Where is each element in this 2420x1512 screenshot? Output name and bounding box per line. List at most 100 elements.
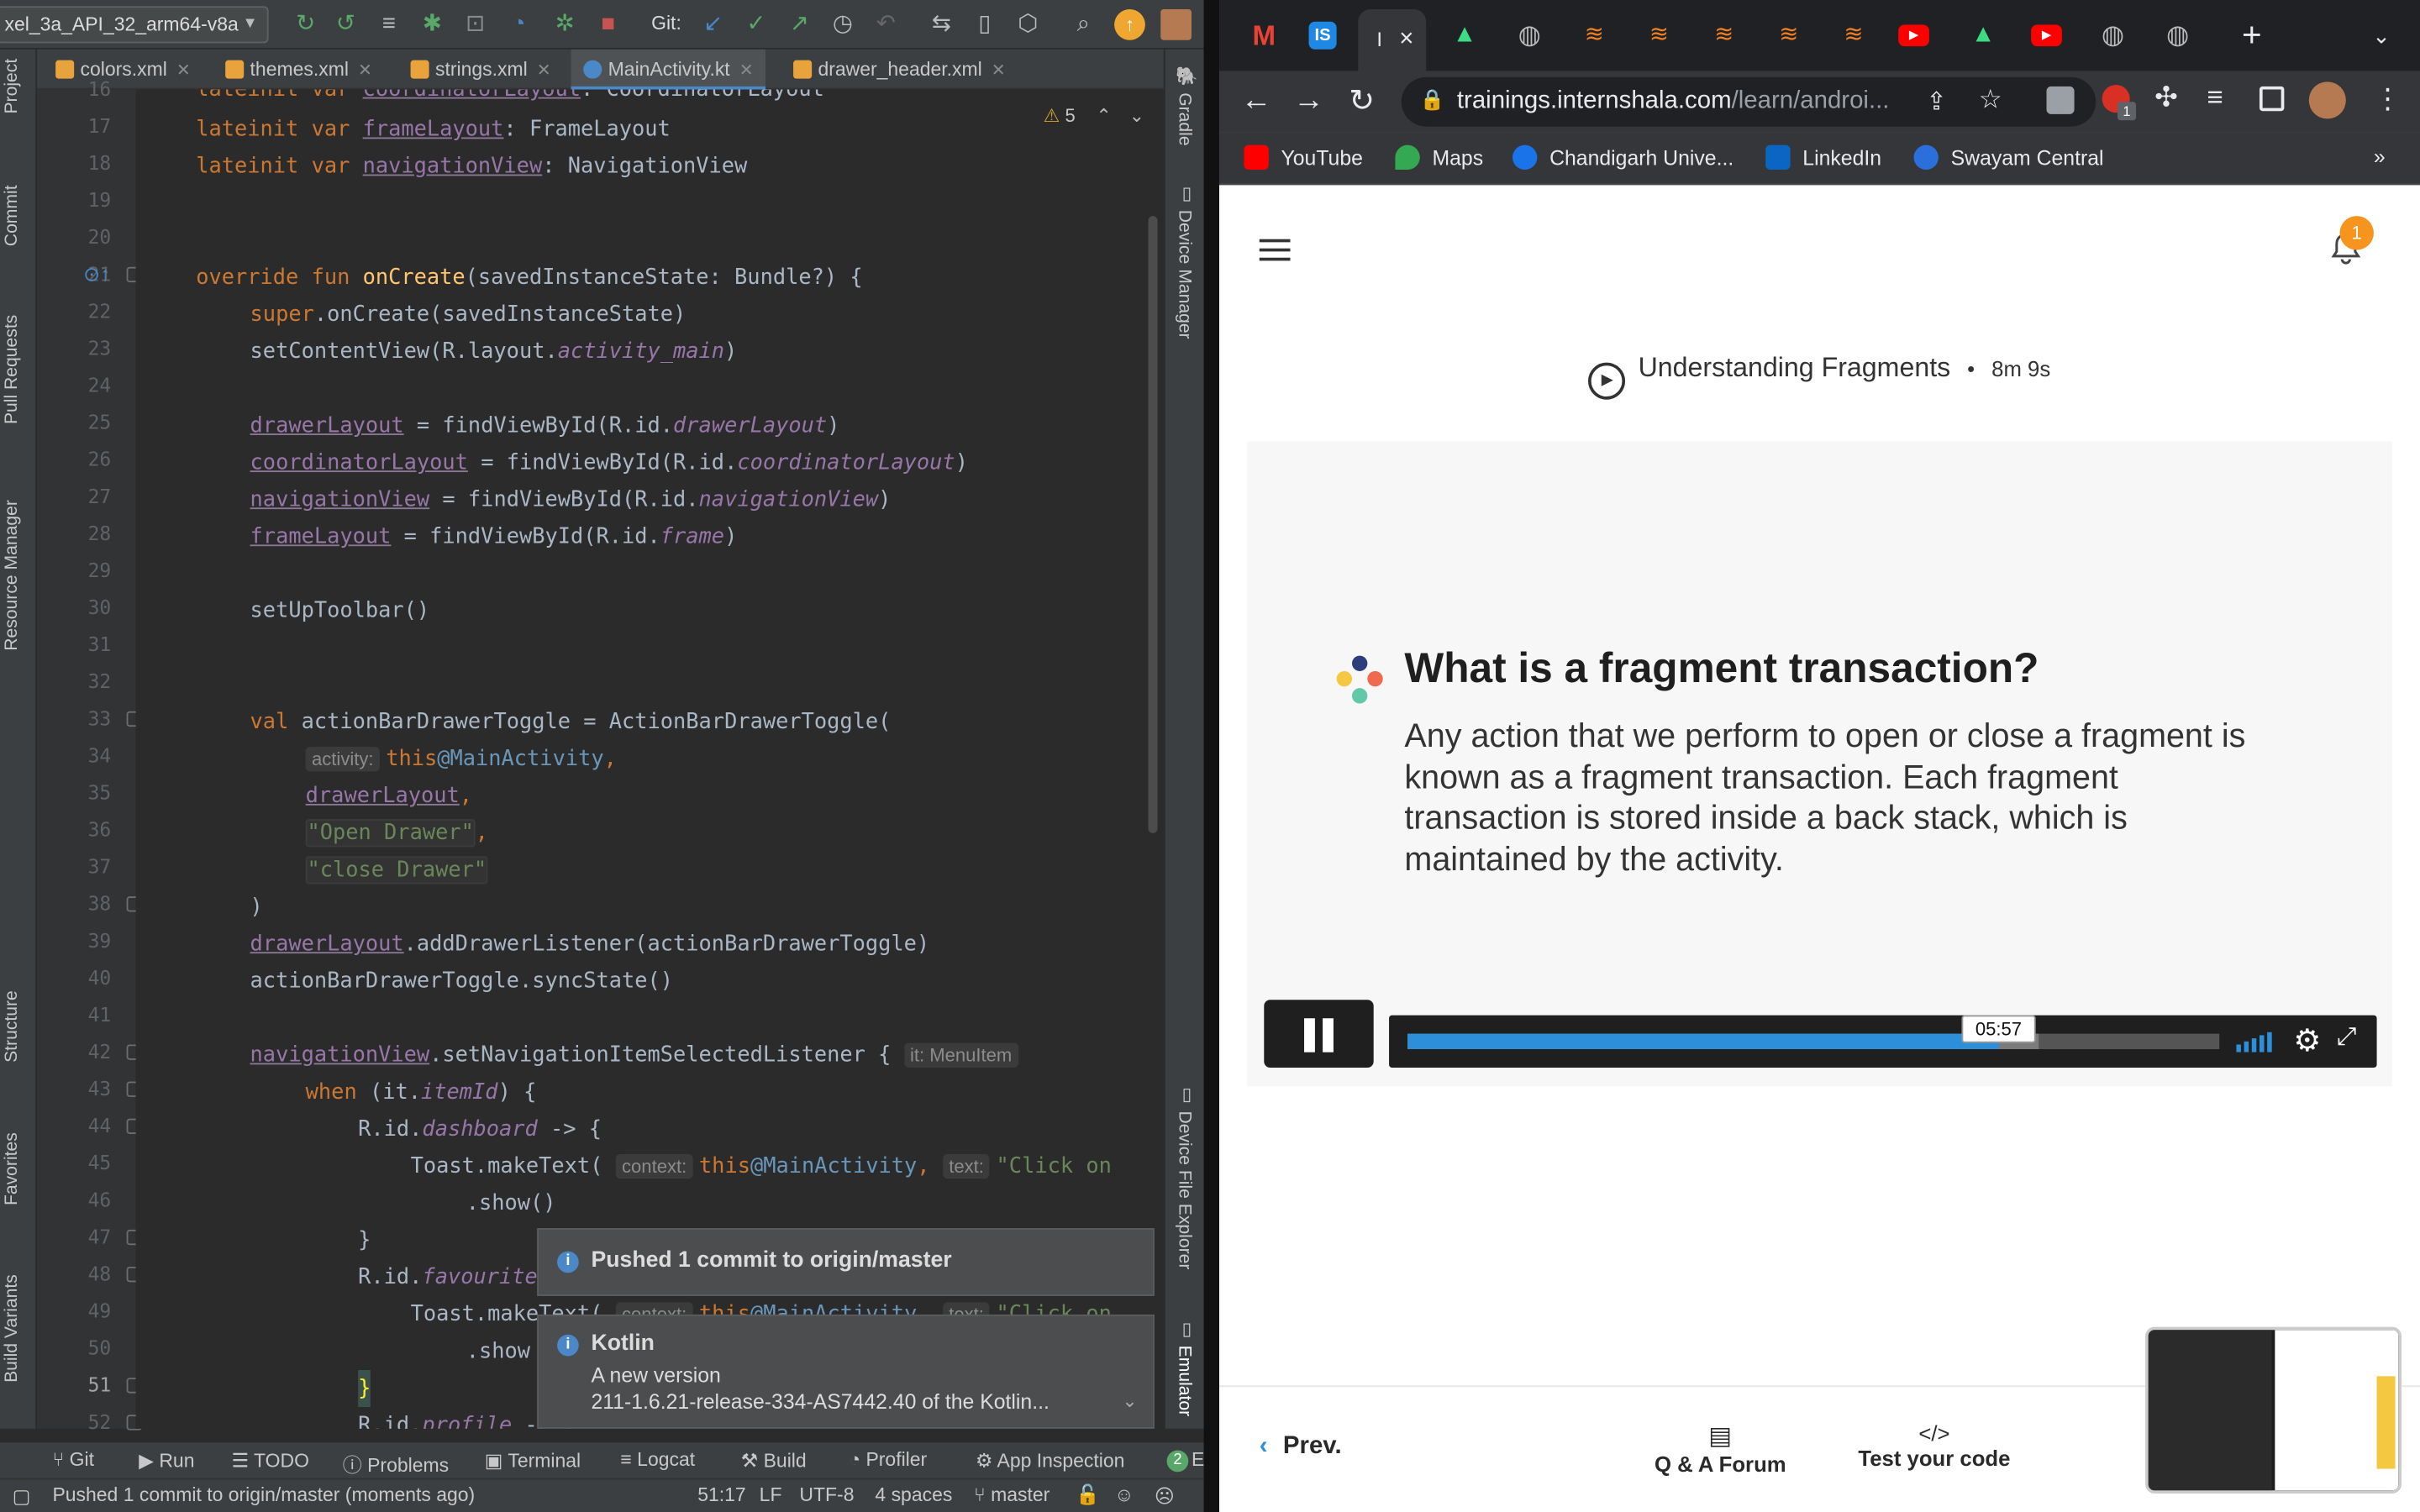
kotlin-update-notification[interactable]: i Kotlin A new version 211-1.6.21-releas… [537, 1314, 1155, 1429]
git-push-icon[interactable]: ↗ [784, 9, 815, 40]
tab-mainactivity-kt[interactable]: MainActivity.kt ✕ [571, 49, 766, 90]
url-text[interactable]: trainings.internshala.com/learn/androi..… [1457, 88, 1890, 116]
tool-structure[interactable]: Structure [3, 990, 22, 1063]
tool-profiler[interactable]: ◔ Profiler [849, 1449, 927, 1471]
editor-scrollbar[interactable] [1148, 216, 1158, 833]
git-rollback-icon[interactable]: ↶ [871, 9, 902, 40]
chevron-up-icon[interactable]: ⌃ [1096, 105, 1111, 127]
tool-logcat[interactable]: ≡ Logcat [620, 1449, 695, 1471]
close-icon[interactable]: ✕ [358, 61, 372, 80]
tab-stackoverflow-3[interactable]: ≋ [1704, 15, 1744, 55]
tool-build-variants[interactable]: Build Variants [3, 1274, 22, 1383]
chevron-down-icon[interactable]: ⌄ [1122, 1390, 1137, 1412]
kebab-menu-icon[interactable]: ⋮ [2374, 83, 2402, 116]
indent-setting[interactable]: 4 spaces [875, 1484, 952, 1506]
tab-stackoverflow-1[interactable]: ≋ [1574, 15, 1614, 55]
tab-search-chevron-icon[interactable]: ⌄ [2361, 15, 2402, 55]
tool-project[interactable]: Project [3, 59, 22, 114]
tab-active[interactable]: I × [1358, 9, 1427, 71]
tab-strings-xml[interactable]: strings.xml ✕ [398, 50, 551, 90]
omnibox[interactable]: 🔒 trainings.internshala.com/learn/androi… [1401, 76, 2096, 127]
test-code-button[interactable]: </> Test your code [1858, 1421, 2010, 1471]
update-icon[interactable]: ↑ [1114, 9, 1145, 40]
qa-forum-button[interactable]: ▤ Q & A Forum [1655, 1421, 1786, 1476]
line-separator[interactable]: LF [760, 1484, 782, 1506]
device-mirror-icon[interactable]: ⇆ [926, 9, 957, 40]
avatar[interactable] [1160, 9, 1192, 40]
tab-youtube-1[interactable]: ▶ [1898, 24, 1929, 47]
bookmark-chandigarh[interactable]: Chandigarh Unive... [1512, 144, 1733, 171]
tool-build[interactable]: ⚒ Build [741, 1449, 807, 1473]
profile-avatar[interactable] [2308, 81, 2346, 119]
hamburger-menu-icon[interactable] [1259, 239, 1291, 261]
tool-emulator[interactable]: Emulator [1175, 1346, 1193, 1417]
puzzle-icon[interactable]: ✣ [2154, 81, 2178, 114]
tool-gradle[interactable]: Gradle [1175, 92, 1193, 145]
back-icon[interactable]: ← [1241, 83, 1272, 118]
git-commit-icon[interactable]: ✓ [741, 9, 772, 40]
tab-internshala[interactable]: IS [1308, 21, 1337, 50]
override-method-icon[interactable]: ⊙↑ [83, 262, 110, 286]
media-queue-icon[interactable]: ≡ [2207, 81, 2223, 114]
stop-icon[interactable]: ■ [592, 9, 623, 40]
close-icon[interactable]: ✕ [176, 61, 191, 80]
tool-git[interactable]: ⑂ Git [52, 1449, 94, 1471]
apply-code-changes-icon[interactable]: ↺ [330, 9, 361, 40]
feedback-icon[interactable]: ☹ [1155, 1484, 1175, 1508]
tab-stackoverflow-5[interactable]: ≋ [1833, 15, 1874, 55]
attach-debugger-icon[interactable]: ⊡ [460, 9, 491, 40]
push-notification[interactable]: i Pushed 1 commit to origin/master [537, 1228, 1155, 1296]
settings-icon[interactable]: ⚙ [2293, 1021, 2321, 1060]
apply-changes-icon[interactable]: ↻ [290, 9, 321, 40]
device-manager-icon[interactable]: ▯ [969, 9, 1000, 40]
tab-globe-2[interactable]: ◍ [2093, 15, 2133, 55]
git-history-icon[interactable]: ◷ [827, 9, 858, 40]
tool-problems[interactable]: ⓘ Problems [343, 1449, 449, 1478]
close-icon[interactable]: ✕ [537, 61, 551, 80]
fullscreen-icon[interactable]: ⤢ [2337, 1025, 2357, 1053]
tab-gmail[interactable]: M [1244, 15, 1284, 55]
new-tab-button[interactable]: + [2232, 15, 2272, 55]
lock-icon[interactable]: 🔓 [1076, 1484, 1100, 1508]
bookmark-linkedin[interactable]: LinkedIn [1765, 144, 1881, 171]
bookmark-swayam[interactable]: Swayam Central [1913, 144, 2104, 171]
logcat-filter-icon[interactable]: ≡ [373, 9, 404, 40]
bookmark-maps[interactable]: Maps [1395, 144, 1483, 171]
tool-device-manager[interactable]: Device Manager [1175, 210, 1193, 339]
sdk-manager-icon[interactable]: ⬡ [1013, 9, 1044, 40]
tool-device-file-explorer[interactable]: Device File Explorer [1175, 1110, 1193, 1269]
bookmark-youtube[interactable]: YouTube [1244, 144, 1363, 171]
video-player[interactable]: What is a fragment transaction? Any acti… [1247, 441, 2392, 1087]
status-message[interactable]: Pushed 1 commit to origin/master (moment… [52, 1484, 475, 1506]
tab-android-2[interactable]: ▲ [1963, 15, 2003, 55]
tab-stackoverflow-4[interactable]: ≋ [1769, 15, 1809, 55]
tool-app-inspection[interactable]: ⚙ App Inspection [976, 1449, 1125, 1473]
prev-button[interactable]: ‹ Prev. [1260, 1433, 1342, 1461]
close-icon[interactable]: ✕ [992, 61, 1006, 80]
screen-preview-thumbnail[interactable] [2145, 1326, 2402, 1494]
tool-event-log[interactable]: E [1192, 1449, 1204, 1471]
seek-bar[interactable]: 05:57 [1407, 1015, 2220, 1049]
tool-pull-requests[interactable]: Pull Requests [3, 315, 22, 424]
tab-themes-xml[interactable]: themes.xml ✕ [213, 50, 372, 90]
profile-icon[interactable]: ◔ [503, 9, 534, 40]
tool-run[interactable]: ▶ Run [139, 1449, 194, 1473]
smiley-icon[interactable]: ☺ [1114, 1484, 1134, 1506]
tab-globe-1[interactable]: ◍ [1509, 15, 1549, 55]
git-branch[interactable]: ⑂ master [974, 1484, 1050, 1506]
share-icon[interactable]: ⇪ [1926, 87, 1947, 118]
git-update-icon[interactable]: ↙ [697, 9, 729, 40]
device-selector[interactable]: xel_3a_API_32_arm64-v8a ▼ [0, 6, 269, 44]
run-with-coverage-icon[interactable]: ✲ [550, 9, 581, 40]
tool-terminal[interactable]: ▣ Terminal [485, 1449, 581, 1473]
tab-android-1[interactable]: ▲ [1444, 15, 1485, 55]
tool-resource-manager[interactable]: Resource Manager [3, 500, 22, 651]
tab-stackoverflow-2[interactable]: ≋ [1639, 15, 1680, 55]
status-layout-icon[interactable]: ▢ [13, 1484, 31, 1508]
volume-icon[interactable] [2235, 1027, 2275, 1053]
tab-globe-3[interactable]: ◍ [2158, 15, 2198, 55]
bookmarks-overflow[interactable]: » [2374, 145, 2386, 169]
close-icon[interactable]: ✕ [739, 61, 754, 80]
file-encoding[interactable]: UTF-8 [799, 1484, 854, 1506]
caret-position[interactable]: 51:17 [697, 1484, 745, 1506]
